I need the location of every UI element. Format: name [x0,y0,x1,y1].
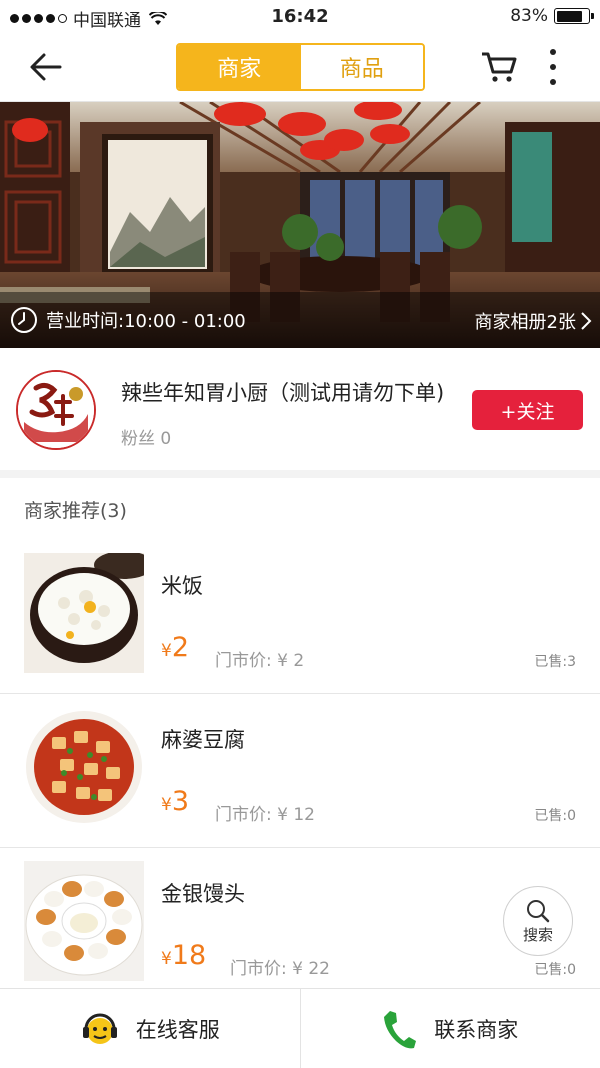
item-sold-count: 已售:0 [534,962,576,978]
online-service-button[interactable]: 在线客服 [0,989,300,1068]
banner-info-bar: 营业时间:10:00 - 01:00 商家相册2张 [0,292,600,348]
item-name: 米饭 [161,574,203,598]
item-market-price: 门市价: ¥ 12 [215,805,315,825]
battery-icon [554,8,594,24]
status-bar: 中国联通 16:42 83% [0,0,600,34]
nav-bar: 商家 商品 [0,34,600,102]
merchant-goods-toggle: 商家 商品 [176,43,425,91]
clock-icon [11,307,37,333]
shopping-cart-icon[interactable] [480,50,518,84]
merchant-logo[interactable] [16,370,96,450]
phone-icon [384,1010,417,1048]
item-sold-count: 已售:3 [534,654,576,670]
status-right: 83% [510,6,594,26]
item-market-price: 门市价: ¥ 2 [215,651,305,671]
item-sold-count: 已售:0 [534,808,576,824]
item-price: ¥18 [161,940,207,971]
merchant-info: 辣些年知胃小厨（测试用请勿下单) 粉丝 0 +关注 [0,348,600,470]
item-price: ¥2 [161,632,190,663]
bottom-bar: 在线客服 联系商家 [0,988,600,1068]
back-arrow-icon[interactable] [28,50,64,84]
contact-merchant-button[interactable]: 联系商家 [301,989,600,1068]
tab-merchant[interactable]: 商家 [178,45,301,89]
contact-merchant-label: 联系商家 [434,1017,519,1042]
item-market-price: 门市价: ¥ 22 [230,959,330,979]
item-name: 金银馒头 [161,882,245,906]
item-name: 麻婆豆腐 [161,728,245,752]
golden-silver-buns-image [24,861,144,981]
online-service-label: 在线客服 [135,1017,220,1042]
recommend-title: 商家推荐(3) [24,500,127,522]
search-button[interactable]: 搜索 [503,886,573,956]
merchant-name: 辣些年知胃小厨（测试用请勿下单) [121,381,445,405]
follow-button[interactable]: +关注 [472,390,583,430]
rice-bowl-image [24,553,144,673]
battery-percent: 83% [510,6,548,26]
mapo-tofu-image [24,707,144,827]
tab-goods[interactable]: 商品 [300,45,423,89]
list-item-rice[interactable]: 米饭 ¥2 门市价: ¥ 2 已售:3 [0,540,600,694]
album-link[interactable]: 商家相册2张 [475,308,592,334]
business-hours-text: 营业时间:10:00 - 01:00 [46,311,246,332]
chevron-right-icon [581,312,592,330]
customer-service-icon [82,1013,117,1044]
list-item-mapo-tofu[interactable]: 麻婆豆腐 ¥3 门市价: ¥ 12 已售:0 [0,694,600,848]
search-icon [527,899,550,922]
more-menu-icon[interactable] [549,49,557,85]
album-text: 商家相册2张 [474,312,576,333]
item-price: ¥3 [161,786,190,817]
business-hours: 营业时间:10:00 - 01:00 [10,306,246,334]
search-label: 搜索 [522,925,553,944]
fans-count: 粉丝 0 [121,429,172,449]
